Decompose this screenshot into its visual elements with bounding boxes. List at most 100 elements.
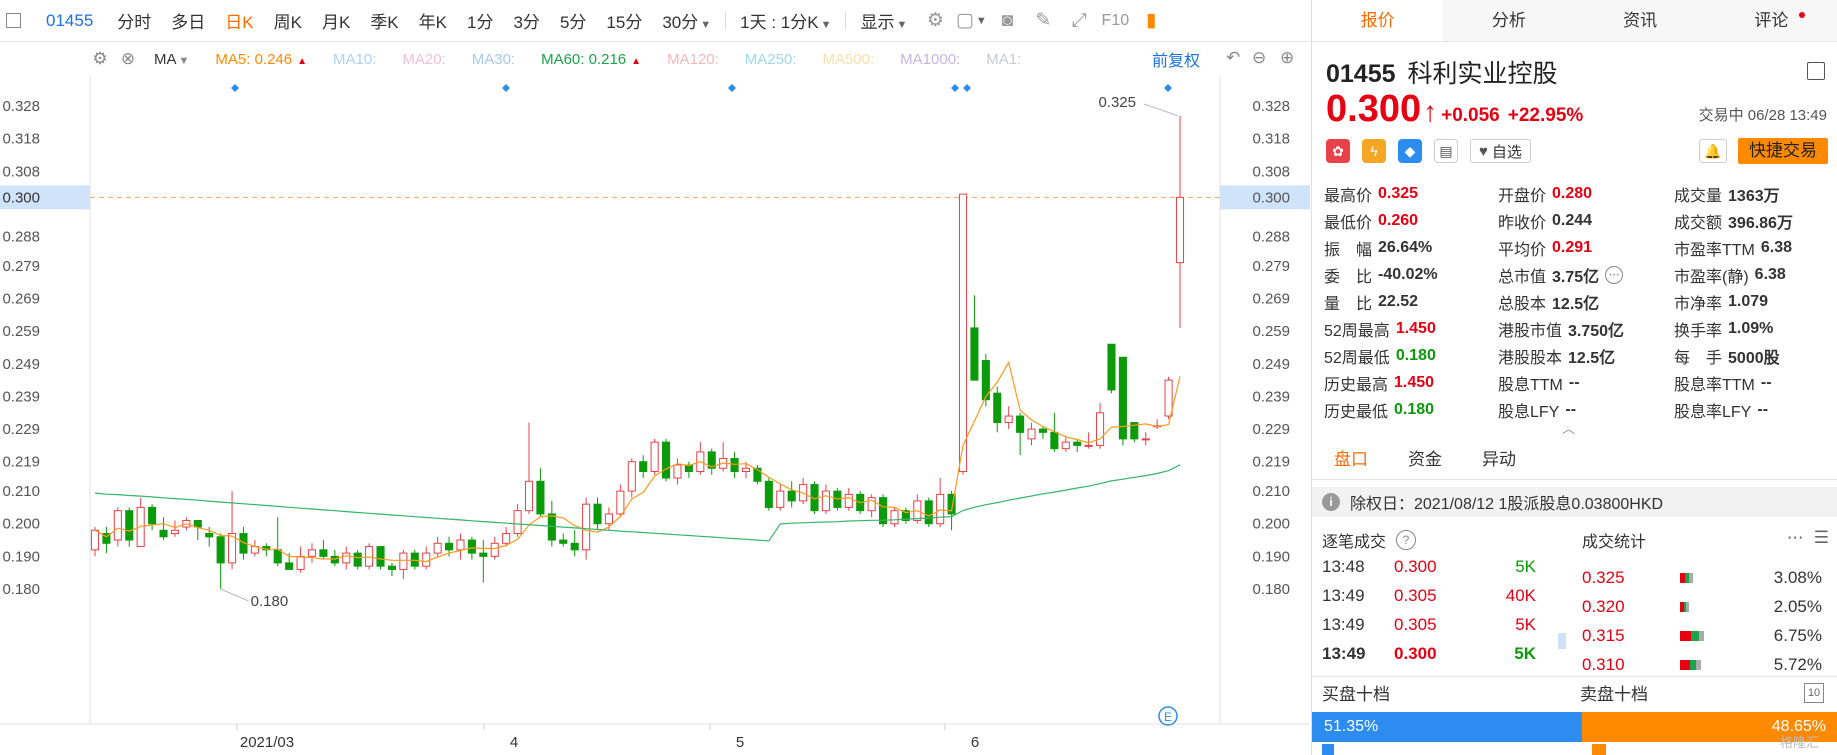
bookmark-icon[interactable]: ▤ — [1434, 139, 1458, 163]
tab-anomaly[interactable]: 异动 — [1482, 440, 1516, 480]
ma-item[interactable]: MA30: — [472, 51, 515, 68]
stat-value: 0.180 — [1394, 400, 1435, 418]
stat-item: 股息率TTM -- — [1674, 371, 1772, 395]
trade-list[interactable]: 13:48 0.300 5K ▼ 13:49 0.305 40K ▲ 13:49 0.305 5K ▲… — [1322, 552, 1542, 672]
quick-trade-button[interactable]: 快捷交易 — [1738, 138, 1828, 164]
ma-label: MA — [154, 50, 177, 68]
y-tick-left: 0.180 — [2, 581, 40, 598]
ma-item[interactable]: MA1000: — [900, 51, 960, 68]
depth-toggle-icon[interactable]: 10 — [1804, 682, 1824, 703]
tag-icon[interactable]: ◆ — [1398, 139, 1422, 163]
f10-icon[interactable]: F10 — [1097, 0, 1133, 42]
more-icon[interactable]: ⋯ — [1605, 265, 1624, 284]
tab-comments[interactable]: 评论 — [1706, 0, 1837, 41]
ma-close-icon[interactable]: ⊗ — [116, 47, 140, 71]
ma-item[interactable]: MA1: — [986, 51, 1021, 68]
candlestick-chart[interactable]: 0.328 0.328 0.318 0.318 0.308 0.308 0.300 0.300… — [0, 76, 1310, 755]
period-tab-weekly[interactable]: 周K — [264, 8, 312, 33]
zoom-in-icon[interactable]: ⊕ — [1280, 48, 1294, 68]
period-tab-intraday[interactable]: 分时 — [107, 8, 161, 33]
period-tab-3min[interactable]: 3分 — [503, 8, 549, 33]
ma-settings-icon[interactable]: ⚙ — [88, 47, 112, 71]
chevron-up-icon[interactable]: ︿ — [1562, 418, 1575, 437]
candle-body — [673, 464, 682, 479]
tab-news[interactable]: 资讯 — [1575, 0, 1706, 41]
price-adjust-dropdown[interactable]: 前复权 — [1152, 47, 1200, 71]
candle-body — [205, 533, 214, 538]
y-tick-left: 0.229 — [2, 421, 40, 438]
info-icon: i — [1322, 493, 1340, 511]
period-tab-1min[interactable]: 1分 — [457, 8, 503, 33]
fullscreen-icon[interactable]: ⤢ — [1061, 0, 1097, 42]
stat-value: 5000股 — [1728, 349, 1780, 367]
layout-icon[interactable]: ▢ ▼ — [953, 0, 989, 42]
sidebar-toggle-icon[interactable] — [0, 0, 26, 42]
list-icon[interactable]: ☰ — [1814, 528, 1829, 548]
stat-item: 历史最低 0.180 — [1324, 398, 1434, 422]
trades-scrollbar[interactable] — [1558, 633, 1566, 649]
candle-body — [365, 546, 374, 567]
ma-item[interactable]: MA20: — [402, 51, 445, 68]
undo-icon[interactable]: ↶ — [1226, 48, 1240, 68]
y-tick-left: 0.279 — [2, 258, 40, 275]
draw-pen-icon[interactable]: ✎ — [1025, 0, 1061, 42]
stock-tools: ✿ ϟ ◆ ▤ ♥ 自选 — [1326, 139, 1531, 163]
candle-body — [616, 490, 625, 515]
help-icon[interactable]: ? — [1396, 530, 1417, 550]
tab-orderbook[interactable]: 盘口 — [1334, 440, 1368, 480]
order-book-peek — [1312, 744, 1837, 755]
more-icon[interactable]: ⋯ — [1787, 528, 1804, 548]
tab-analysis[interactable]: 分析 — [1443, 0, 1574, 41]
arrow-up-icon: ▲ — [1540, 590, 1542, 602]
ma-item[interactable]: MA120: — [667, 51, 719, 68]
range-label: 1天 : 1分K — [740, 13, 819, 32]
stat-value: 1.09% — [1728, 319, 1774, 337]
tab-quote[interactable]: 报价 — [1312, 0, 1444, 41]
y-tick-right: 0.229 — [1252, 421, 1290, 438]
lightning-icon[interactable]: ϟ — [1362, 139, 1386, 163]
ma-item-label: MA30: — [471, 50, 516, 68]
side-panel-icon[interactable]: ▮ — [1133, 0, 1169, 42]
ma-dropdown[interactable]: MA ▼ — [154, 51, 189, 68]
period-tab-daily[interactable]: 日K — [215, 8, 263, 33]
expand-icon[interactable] — [1807, 62, 1825, 80]
camera-icon[interactable]: ◙ — [989, 0, 1025, 42]
zoom-out-icon[interactable]: ⊖ — [1252, 48, 1266, 68]
tab-capital[interactable]: 资金 — [1408, 440, 1442, 480]
trade-row: 13:49 0.305 5K ▲ — [1322, 610, 1542, 639]
period-tab-15min[interactable]: 15分 — [596, 8, 652, 33]
candle-body — [410, 552, 419, 567]
stock-code-tab[interactable]: 01455 — [26, 11, 107, 31]
hk-flag-icon[interactable]: ✿ — [1326, 139, 1350, 163]
ma-item[interactable]: MA5: 0.246 ▲ — [215, 51, 307, 68]
candle-body — [604, 513, 613, 525]
volume-distribution[interactable]: 0.325 3.08% 0.320 2.05% 0.315 6.75% 0.310 5.72% — [1582, 563, 1822, 683]
period-tab-30min[interactable]: 30分 ▼ — [652, 8, 721, 33]
candle-body — [445, 542, 454, 551]
event-e-icon-glyph: E — [1164, 710, 1172, 724]
settings-icon[interactable]: ⚙ — [917, 0, 953, 42]
y-tick-right: 0.318 — [1252, 131, 1290, 148]
ma-item[interactable]: MA60: 0.216 ▲ — [541, 51, 641, 68]
stat-label: 平均价 — [1498, 241, 1547, 259]
range-dropdown[interactable]: 1天 : 1分K ▼ — [730, 8, 841, 33]
period-tab-multiday[interactable]: 多日 — [161, 8, 215, 33]
stat-value: 1363万 — [1728, 187, 1780, 205]
ma-item[interactable]: MA500: — [822, 51, 874, 68]
add-watchlist-button[interactable]: ♥ 自选 — [1470, 139, 1531, 163]
ma-item[interactable]: MA250: — [745, 51, 797, 68]
period-tab-quarterly[interactable]: 季K — [360, 8, 408, 33]
candle-body — [216, 536, 225, 564]
candle-body — [1016, 415, 1025, 433]
period-tab-monthly[interactable]: 月K — [312, 8, 360, 33]
stat-value: 12.5亿 — [1552, 295, 1600, 313]
period-tab-yearly[interactable]: 年K — [409, 8, 457, 33]
display-dropdown[interactable]: 显示 ▼ — [850, 8, 917, 33]
stat-value: 0.180 — [1395, 346, 1436, 364]
stat-item: 52周最低 0.180 — [1324, 344, 1436, 368]
period-tab-5min[interactable]: 5分 — [550, 8, 596, 33]
bell-icon[interactable]: 🔔 — [1699, 139, 1727, 163]
event-marker-icon — [502, 84, 510, 92]
dist-bar — [1679, 630, 1760, 641]
ma-item[interactable]: MA10: — [333, 51, 376, 68]
